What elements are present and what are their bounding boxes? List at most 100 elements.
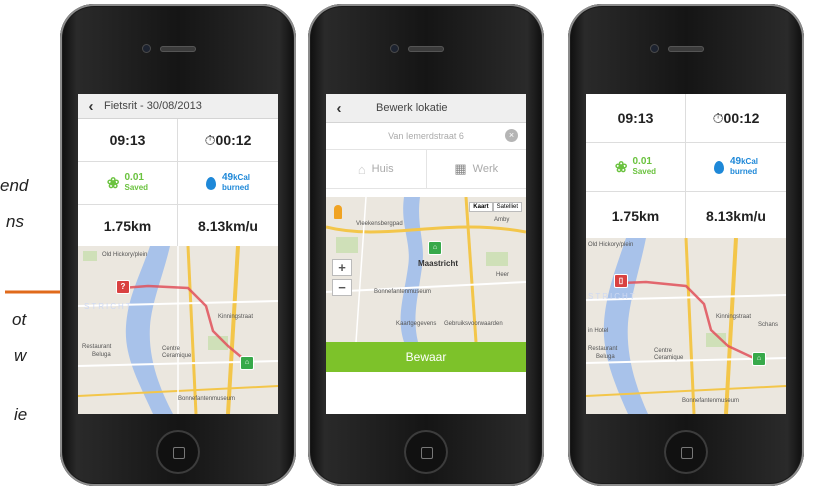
route-map[interactable]: STRICHT Old Hickory/plein Kinningstraat …	[78, 246, 278, 414]
map-label: Kinningstraat	[218, 314, 254, 320]
camera-icon	[390, 44, 399, 53]
map-type-toggle: Kaart Satelliet	[469, 202, 522, 212]
kcal-label: burned	[221, 183, 250, 192]
map-label: Beluga	[596, 354, 615, 360]
stat-saved: ❀ 0.01 Saved	[78, 162, 178, 205]
map-label: Old Hickory/plein	[588, 242, 634, 248]
side-text-4: w	[14, 346, 27, 365]
kcal-value: 49	[221, 172, 234, 183]
nav-bar: ‹ Fietsrit - 30/08/2013	[78, 94, 278, 119]
map-graphics	[586, 238, 786, 414]
map-city-label: STRICHT	[588, 292, 637, 301]
back-chevron-icon[interactable]: ‹	[78, 98, 104, 115]
tree-icon: ❀	[614, 159, 628, 176]
home-button[interactable]	[664, 430, 708, 474]
home-button[interactable]	[404, 430, 448, 474]
duration-value: 00:12	[215, 132, 252, 148]
nav-title: Fietsrit - 30/08/2013	[104, 100, 202, 112]
address-field[interactable]: Van Iemerdstraat 6 ×	[326, 123, 526, 150]
saved-value: 0.01	[124, 172, 144, 183]
map-terms-link[interactable]: Gebruiksvoorwaarden	[444, 321, 503, 327]
location-map[interactable]: Kaart Satelliet Amby Vleekensbergpad Hee…	[326, 197, 526, 342]
map-label: Beluga	[92, 352, 111, 358]
stat-duration: ⏱ 00:12	[686, 94, 786, 143]
stat-speed: 8.13km/u	[178, 205, 278, 248]
side-text-2: ns	[6, 212, 24, 231]
home-pin-icon[interactable]: ⌂	[752, 352, 766, 366]
pegman-icon[interactable]	[334, 205, 342, 219]
stat-duration: ⏱ 00:12	[178, 119, 278, 162]
map-label: Old Hickory/plein	[102, 252, 148, 258]
route-map[interactable]: STRICHT Old Hickory/plein Kinningstraat …	[586, 238, 786, 414]
map-attribution: Kaartgegevens	[396, 321, 437, 327]
start-pin-question[interactable]: ?	[116, 280, 130, 294]
screen-trip-detail: ‹ Fietsrit - 30/08/2013 09:13 ⏱ 00:12 ❀ …	[78, 94, 278, 414]
map-label: Amby	[494, 217, 510, 223]
home-button[interactable]	[156, 430, 200, 474]
side-text-3: ot	[12, 310, 27, 329]
speaker-grille	[408, 46, 444, 52]
zoom-out-button[interactable]: −	[332, 279, 352, 296]
map-label: Ceramique	[654, 355, 684, 361]
saved-value: 0.01	[632, 156, 652, 167]
tree-icon: ❀	[106, 175, 120, 192]
map-label: Centre	[654, 348, 673, 354]
location-pin-icon[interactable]: ⌂	[428, 241, 442, 255]
screen-edit-location: ‹ Bewerk lokatie Van Iemerdstraat 6 × ⌂ …	[326, 94, 526, 414]
speaker-grille	[668, 46, 704, 52]
building-icon: ▦	[454, 161, 467, 176]
map-label: Restaurant	[82, 344, 112, 350]
screen-trip-summary: 09:13 ⏱ 00:12 ❀ 0.01 Saved 49kCal burned	[586, 94, 786, 414]
map-label: in Hotel	[588, 328, 609, 334]
stopwatch-icon: ⏱	[712, 109, 724, 126]
time-value: 09:13	[617, 110, 654, 126]
place-shortcuts: ⌂ Huis ▦ Werk	[326, 150, 526, 189]
camera-icon	[650, 44, 659, 53]
side-text-5: ie	[14, 405, 28, 424]
stat-time: 09:13	[78, 119, 178, 162]
address-value: Van Iemerdstraat 6	[388, 131, 464, 141]
map-label: Ceramique	[162, 353, 192, 359]
side-text-1: end	[0, 176, 29, 195]
stat-time: 09:13	[586, 94, 686, 143]
map-graphics	[78, 246, 278, 414]
saved-label: Saved	[632, 167, 657, 176]
kcal-label: burned	[729, 167, 758, 176]
map-type-map[interactable]: Kaart	[469, 202, 493, 212]
map-label: Kinningstraat	[716, 314, 752, 320]
map-label: Heer	[496, 272, 510, 278]
save-button[interactable]: Bewaar	[326, 342, 526, 372]
kcal-unit: kCal	[741, 157, 759, 166]
back-chevron-icon[interactable]: ‹	[326, 100, 352, 117]
map-label: Restaurant	[588, 346, 618, 352]
stat-saved: ❀ 0.01 Saved	[586, 143, 686, 192]
place-home-label: Huis	[371, 163, 394, 175]
clear-icon[interactable]: ×	[505, 129, 518, 142]
house-icon: ⌂	[357, 161, 366, 177]
kcal-unit: kCal	[233, 173, 251, 182]
stat-kcal: 49kCal burned	[686, 143, 786, 192]
map-label: Bonnefantenmuseum	[178, 396, 236, 402]
speaker-grille	[160, 46, 196, 52]
camera-icon	[142, 44, 151, 53]
stopwatch-icon: ⏱	[204, 131, 216, 148]
place-work-button[interactable]: ▦ Werk	[425, 150, 527, 188]
phone-trip-detail: ‹ Fietsrit - 30/08/2013 09:13 ⏱ 00:12 ❀ …	[52, 0, 304, 491]
place-home-button[interactable]: ⌂ Huis	[326, 150, 426, 188]
phone-edit-location: ‹ Bewerk lokatie Van Iemerdstraat 6 × ⌂ …	[300, 0, 552, 491]
map-label: Bonnefantenmuseum	[374, 289, 432, 295]
map-type-satellite[interactable]: Satelliet	[492, 202, 522, 212]
zoom-in-button[interactable]: +	[332, 259, 352, 276]
start-pin-icon[interactable]: ▯	[614, 274, 628, 288]
map-city-label: Maastricht	[418, 259, 459, 268]
speed-value: 8.13km/u	[198, 218, 258, 234]
time-value: 09:13	[109, 132, 146, 148]
stats-grid: 09:13 ⏱ 00:12 ❀ 0.01 Saved 49kCal burned	[78, 119, 278, 248]
duration-value: 00:12	[723, 110, 760, 126]
nav-title: Bewerk lokatie	[376, 102, 448, 114]
nav-bar: ‹ Bewerk lokatie	[326, 94, 526, 123]
kcal-value: 49	[729, 156, 742, 167]
saved-label: Saved	[124, 183, 149, 192]
home-pin-icon[interactable]: ⌂	[240, 356, 254, 370]
stat-distance: 1.75km	[78, 205, 178, 248]
